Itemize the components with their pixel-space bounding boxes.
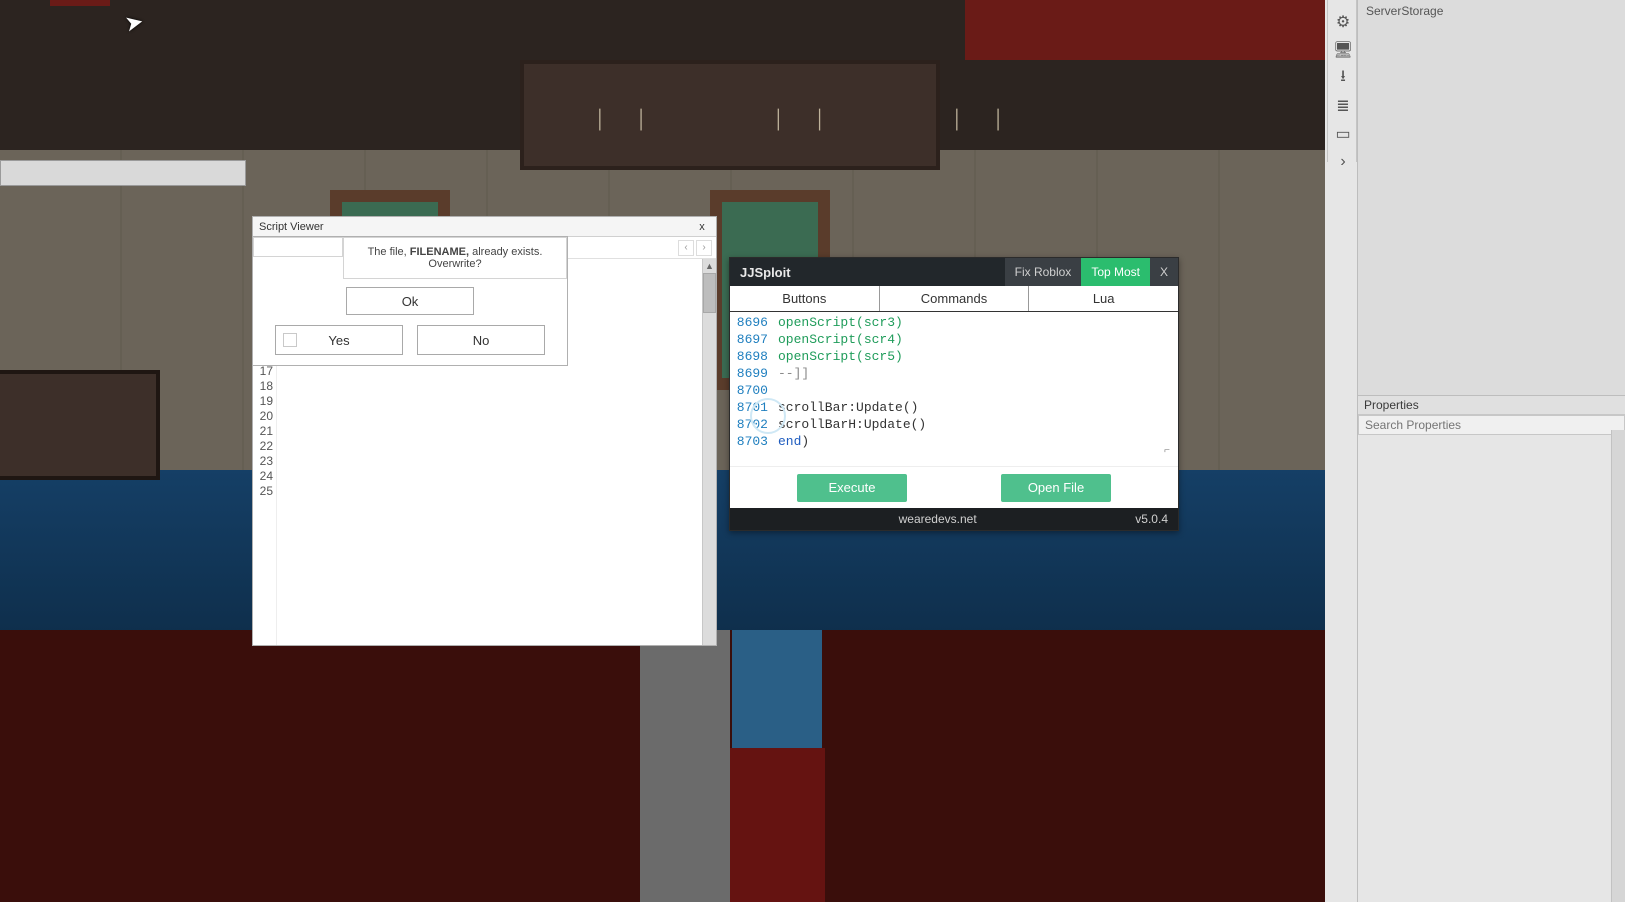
code-line[interactable]: 8700 [730, 382, 1178, 399]
jjsploit-action-bar: Execute Open File [730, 466, 1178, 508]
script-viewer-title: Script Viewer [259, 217, 324, 236]
code-text: scrollBar:Update() [778, 399, 918, 416]
laptop-icon[interactable]: ▭ [1328, 120, 1358, 148]
code-text: openScript(scr5) [778, 348, 903, 365]
line-number: 8696 [730, 314, 778, 331]
resize-grip-icon[interactable]: ⌐ [1164, 443, 1170, 460]
gear-icon[interactable]: ⚙ [1328, 8, 1358, 36]
properties-search-input[interactable] [1358, 415, 1625, 435]
code-line[interactable]: 8698openScript(scr5) [730, 348, 1178, 365]
line-number: 8700 [730, 382, 778, 399]
scroll-thumb[interactable] [703, 273, 716, 313]
jjsploit-title: JJSploit [730, 265, 801, 280]
code-line[interactable]: 8702scrollBarH:Update() [730, 416, 1178, 433]
tab-commands[interactable]: Commands [880, 286, 1030, 311]
line-number: 8699 [730, 365, 778, 382]
code-line[interactable]: 8703end) [730, 433, 1178, 450]
tab-nav-prev[interactable]: ‹ [678, 240, 694, 256]
overwrite-dialog-checkbox[interactable] [283, 333, 297, 347]
line-number: 8702 [730, 416, 778, 433]
top-most-button[interactable]: Top Most [1081, 258, 1150, 286]
overwrite-dialog-field[interactable] [253, 237, 343, 257]
scroll-up-icon[interactable]: ▲ [703, 259, 716, 273]
bed [0, 370, 160, 480]
overwrite-dialog-message: The file, FILENAME, already exists. Over… [343, 237, 567, 279]
lua-code-editor[interactable]: 8696openScript(scr3)8697openScript(scr4)… [730, 312, 1178, 466]
script-viewer-titlebar[interactable]: Script Viewer x [253, 217, 716, 237]
overwrite-ok-button[interactable]: Ok [346, 287, 474, 315]
list-icon[interactable]: ≣ [1328, 92, 1358, 120]
pillar-left [640, 630, 730, 902]
explorer-panel[interactable]: ServerStorage [1357, 0, 1625, 395]
tab-lua[interactable]: Lua [1029, 286, 1178, 311]
cabinet-handles: ││ ││ ││ [595, 105, 1035, 131]
code-text: openScript(scr4) [778, 331, 903, 348]
line-number: 8697 [730, 331, 778, 348]
ceiling-trim-left [50, 0, 110, 6]
properties-scrollbar[interactable] [1611, 430, 1625, 902]
jjsploit-titlebar[interactable]: JJSploit Fix Roblox Top Most X [730, 258, 1178, 286]
jjsploit-footer: wearedevs.net v5.0.4 [730, 508, 1178, 530]
jjsploit-close-button[interactable]: X [1150, 258, 1178, 286]
download-icon[interactable]: ⭳ [1328, 64, 1358, 92]
fix-roblox-button[interactable]: Fix Roblox [1005, 258, 1082, 286]
side-toolbar: ⚙ 🖥 ⭳ ≣ ▭ › [1327, 0, 1357, 162]
code-line[interactable]: 8701scrollBar:Update() [730, 399, 1178, 416]
open-file-button[interactable]: Open File [1001, 474, 1111, 502]
code-text: scrollBarH:Update() [778, 416, 926, 433]
chat-bar[interactable] [0, 160, 246, 186]
script-viewer-close-button[interactable]: x [694, 217, 710, 236]
gap-blue [732, 630, 822, 750]
explorer-node-serverstorage[interactable]: ServerStorage [1358, 0, 1625, 22]
gap-red [730, 748, 825, 902]
code-line[interactable]: 8699--]] [730, 365, 1178, 382]
line-number: 8698 [730, 348, 778, 365]
script-viewer-scrollbar[interactable]: ▲ [702, 259, 716, 645]
tab-nav-next[interactable]: › [696, 240, 712, 256]
overwrite-dialog[interactable]: The file, FILENAME, already exists. Over… [252, 236, 568, 366]
execute-button[interactable]: Execute [797, 474, 907, 502]
code-text-tail: ) [801, 433, 809, 450]
code-line[interactable]: 8696openScript(scr3) [730, 314, 1178, 331]
jjsploit-window[interactable]: JJSploit Fix Roblox Top Most X Buttons C… [729, 257, 1179, 531]
properties-header: Properties [1358, 396, 1625, 415]
code-text: --]] [778, 365, 809, 382]
code-line[interactable]: 8697openScript(scr4) [730, 331, 1178, 348]
footer-version-label: v5.0.4 [1135, 512, 1168, 526]
footer-site-label: wearedevs.net [740, 512, 1135, 526]
monitor-icon[interactable]: 🖥 [1328, 36, 1358, 64]
ceiling-trim-right [965, 0, 1325, 60]
code-text: end [778, 433, 801, 450]
tab-buttons[interactable]: Buttons [730, 286, 880, 311]
code-text: openScript(scr3) [778, 314, 903, 331]
line-number: 8701 [730, 399, 778, 416]
line-number: 8703 [730, 433, 778, 450]
properties-panel: Properties [1357, 395, 1625, 902]
jjsploit-tabs: Buttons Commands Lua [730, 286, 1178, 312]
overwrite-no-button[interactable]: No [417, 325, 545, 355]
